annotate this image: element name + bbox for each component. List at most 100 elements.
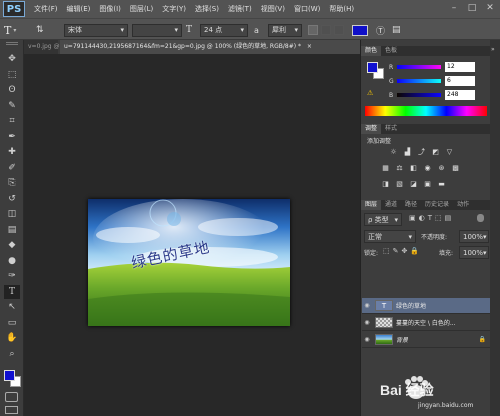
document-canvas[interactable]: 绿色的草地 (88, 199, 290, 326)
brightness-icon[interactable]: ☼ (389, 148, 398, 157)
exposure-icon[interactable]: ◩ (431, 148, 440, 157)
orientation-toggle[interactable]: ⇅ (36, 23, 44, 37)
path-select-tool[interactable]: ↖ (4, 300, 20, 314)
filter-toggle[interactable] (477, 214, 484, 222)
minimize-button[interactable]: – (448, 3, 460, 13)
g-value-input[interactable]: 6 (445, 76, 475, 86)
eraser-tool[interactable]: ◫ (4, 207, 20, 221)
brush-tool[interactable]: ✐ (4, 161, 20, 175)
tab-adjustments[interactable]: 调整 (361, 124, 382, 134)
layer-kind-filter[interactable]: ρ 类型 ▾ (364, 213, 402, 226)
font-family-select[interactable]: 宋体 ▾ (64, 23, 128, 37)
align-right-button[interactable] (334, 25, 344, 35)
menu-image[interactable]: 图像(I) (99, 4, 121, 14)
curves-icon[interactable]: ⤴ (417, 148, 426, 157)
align-left-button[interactable] (308, 25, 318, 35)
layer-row[interactable]: ◉ 蔓蔓的天空 \ 白色的... (362, 315, 490, 331)
close-icon[interactable]: × (307, 43, 312, 50)
eye-icon[interactable]: ◉ (362, 302, 372, 309)
fill-input[interactable]: 100% ▾ (459, 246, 489, 259)
font-size-select[interactable]: 24 点 ▾ (200, 23, 248, 37)
close-button[interactable]: ✕ (484, 3, 496, 13)
marquee-tool[interactable]: ⬚ (4, 68, 20, 82)
eye-icon[interactable]: ◉ (362, 319, 372, 326)
tab-document-active[interactable]: u=791144430,2195687164&fm=21&gp=0.jpg @ … (60, 40, 360, 54)
eyedropper-tool[interactable]: ✒ (4, 130, 20, 144)
color-balance-icon[interactable]: ⚖ (395, 164, 404, 173)
photo-filter-icon[interactable]: ◉ (423, 164, 432, 173)
dodge-tool[interactable]: ● (4, 254, 20, 268)
collapse-icon[interactable]: » (491, 46, 495, 53)
tab-swatches[interactable]: 色板 (381, 46, 401, 56)
tab-document-1[interactable]: v=0.jpg @ (24, 40, 60, 54)
crop-tool[interactable]: ⌗ (4, 114, 20, 128)
tab-actions[interactable]: 动作 (453, 200, 473, 210)
menu-select[interactable]: 选择(S) (195, 4, 219, 14)
invert-icon[interactable]: ◨ (381, 180, 390, 189)
r-slider-track[interactable] (397, 65, 441, 69)
tool-preset-picker[interactable]: T ▾ (4, 23, 16, 37)
channel-mixer-icon[interactable]: ⊛ (437, 164, 446, 173)
character-panel-button[interactable]: ▤ (392, 23, 401, 37)
hue-saturation-icon[interactable]: ▦ (381, 164, 390, 173)
blur-tool[interactable]: ◆ (4, 238, 20, 252)
text-color-swatch[interactable] (352, 24, 368, 36)
g-slider-track[interactable] (397, 79, 441, 83)
menu-type[interactable]: 文字(Y) (162, 4, 186, 14)
menu-file[interactable]: 文件(F) (34, 4, 58, 14)
gradient-tool[interactable]: ▤ (4, 223, 20, 237)
move-tool[interactable]: ✥ (4, 52, 20, 66)
color-panel-foreground[interactable] (367, 62, 378, 73)
quick-mask-button[interactable] (5, 392, 18, 402)
gradient-map-icon[interactable]: ▬ (437, 180, 446, 189)
toolbox-grip[interactable] (6, 42, 18, 45)
tab-paths[interactable]: 路径 (401, 200, 421, 210)
color-spectrum-bar[interactable] (365, 106, 487, 116)
antialias-select[interactable]: 犀利 ▾ (268, 23, 302, 37)
tab-channels[interactable]: 通道 (381, 200, 401, 210)
tab-history[interactable]: 历史记录 (421, 200, 453, 210)
r-value-input[interactable]: 12 (445, 62, 475, 72)
maximize-button[interactable]: □ (466, 3, 478, 13)
foreground-color-swatch[interactable] (4, 370, 15, 381)
tab-color[interactable]: 颜色 (361, 46, 382, 56)
b-slider-track[interactable] (397, 93, 441, 97)
shape-tool[interactable]: ▭ (4, 316, 20, 330)
menu-window[interactable]: 窗口(W) (294, 4, 320, 14)
align-center-button[interactable] (321, 25, 331, 35)
tab-styles[interactable]: 样式 (381, 124, 401, 134)
menu-layer[interactable]: 图层(L) (130, 4, 153, 14)
threshold-icon[interactable]: ◪ (409, 180, 418, 189)
hand-tool[interactable]: ✋ (4, 331, 20, 345)
lasso-tool[interactable]: ʘ (4, 83, 20, 97)
pen-tool[interactable]: ✑ (4, 269, 20, 283)
warp-text-button[interactable]: Ⓣ (376, 23, 385, 37)
blend-mode-select[interactable]: 正常 ▾ (364, 230, 416, 243)
layer-filter-icons[interactable]: ▣◐T⬚▤ (409, 214, 454, 222)
screen-mode-button[interactable] (5, 406, 18, 414)
black-white-icon[interactable]: ◧ (409, 164, 418, 173)
healing-tool[interactable]: ✚ (4, 145, 20, 159)
color-lookup-icon[interactable]: ▩ (451, 164, 460, 173)
stamp-tool[interactable]: ⎘ (4, 176, 20, 190)
lock-icons[interactable]: ⬚✎✥🔒 (383, 247, 422, 255)
menu-edit[interactable]: 编辑(E) (67, 4, 91, 14)
opacity-input[interactable]: 100% ▾ (459, 230, 489, 243)
type-tool[interactable]: T (4, 284, 20, 299)
quick-select-tool[interactable]: ✎ (4, 99, 20, 113)
vibrance-icon[interactable]: ▽ (445, 148, 454, 157)
font-style-select[interactable]: ▾ (132, 23, 182, 37)
levels-icon[interactable]: ▟ (403, 148, 412, 157)
layer-row[interactable]: ◉ T 绿色的草地 (362, 298, 490, 314)
history-brush-tool[interactable]: ↺ (4, 192, 20, 206)
tab-layers[interactable]: 图层 (361, 200, 382, 210)
menu-view[interactable]: 视图(V) (261, 4, 285, 14)
menu-help[interactable]: 帮助(H) (329, 4, 354, 14)
b-value-input[interactable]: 248 (445, 90, 475, 100)
eye-icon[interactable]: ◉ (362, 336, 372, 343)
menu-filter[interactable]: 滤镜(T) (228, 4, 252, 14)
selective-color-icon[interactable]: ▣ (423, 180, 432, 189)
posterize-icon[interactable]: ▧ (395, 180, 404, 189)
layer-row[interactable]: ◉ 背景 🔒 (362, 332, 490, 348)
zoom-tool[interactable]: ⌕ (4, 347, 20, 361)
